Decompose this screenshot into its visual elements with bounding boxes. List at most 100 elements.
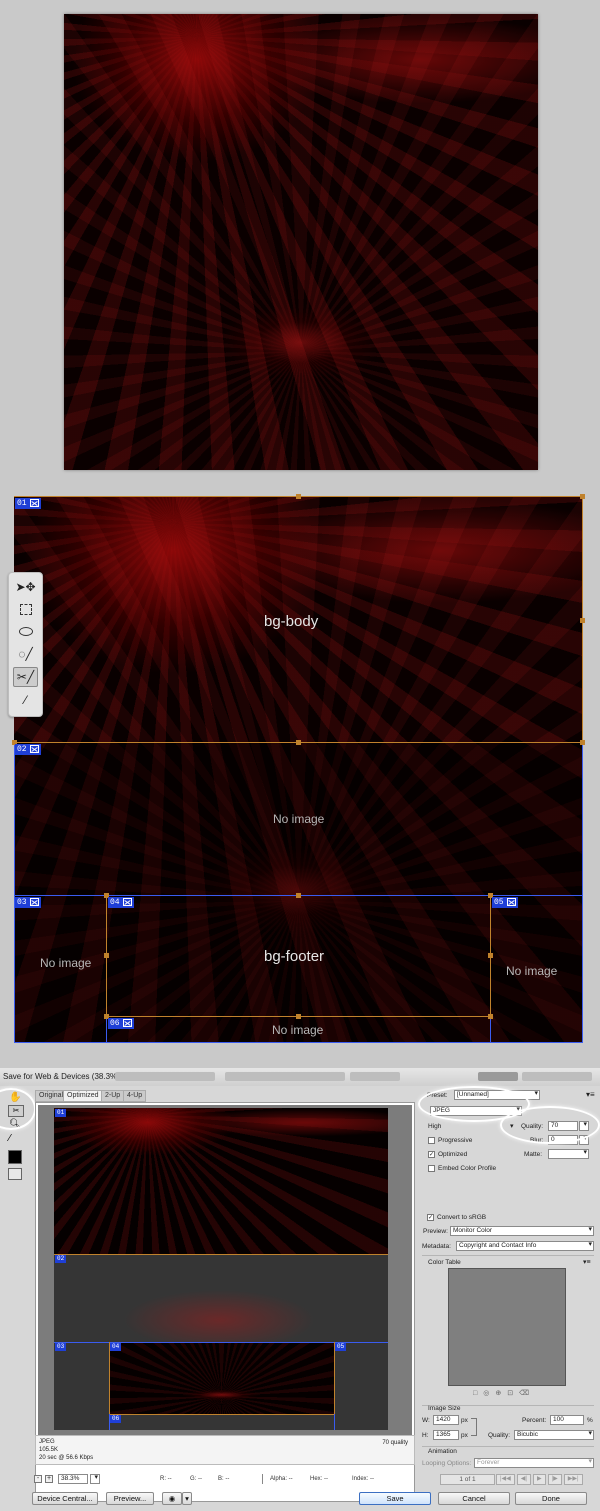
- quick-select-icon[interactable]: ◌╱: [13, 644, 38, 664]
- progressive-checkbox[interactable]: [428, 1137, 435, 1144]
- preview-label: Preview:: [423, 1228, 448, 1235]
- app-bar-ghost: [350, 1072, 400, 1081]
- slice-border: [14, 1042, 583, 1043]
- looping-options-label: Looping Options:: [422, 1460, 472, 1467]
- preview-tag-06[interactable]: 06: [110, 1415, 122, 1423]
- preview-button[interactable]: Preview...: [106, 1492, 154, 1505]
- slice-handle[interactable]: [104, 953, 109, 958]
- slice-handle[interactable]: [580, 740, 585, 745]
- play-icon[interactable]: ▶: [532, 1474, 546, 1485]
- width-label: W:: [422, 1417, 430, 1424]
- optimized-label: Optimized: [438, 1151, 468, 1158]
- toggle-slices-visibility-icon[interactable]: [8, 1168, 22, 1180]
- slice-number: 02: [17, 745, 27, 754]
- slice-border: [334, 1414, 335, 1430]
- slice-tag-06[interactable]: 06: [108, 1018, 134, 1029]
- marquee-icon[interactable]: [13, 599, 38, 619]
- tab-4-up[interactable]: 4-Up: [123, 1090, 147, 1102]
- percent-field[interactable]: 100: [550, 1415, 584, 1425]
- slice-handle[interactable]: [296, 1014, 301, 1019]
- optimization-status: JPEG 105.5K 20 sec @ 56.6 Kbps 70 qualit…: [35, 1435, 415, 1465]
- slice-handle[interactable]: [296, 740, 301, 745]
- eyedropper-icon[interactable]: ⁄: [9, 1133, 11, 1144]
- color-table-swatch-area: [448, 1268, 566, 1386]
- slice-handle[interactable]: [580, 494, 585, 499]
- progressive-label: Progressive: [438, 1137, 473, 1144]
- image-slice-icon: [29, 745, 39, 753]
- highlight-circle: [0, 1088, 36, 1130]
- slice-border: [334, 1342, 335, 1414]
- preview-slice-04: [109, 1343, 334, 1415]
- slice-border: [54, 1254, 388, 1255]
- slice-handle[interactable]: [580, 618, 585, 623]
- image-size-label: Image Size: [428, 1405, 461, 1412]
- slice-tool-icon[interactable]: ✂╱: [13, 667, 38, 687]
- embed-profile-checkbox[interactable]: [428, 1165, 435, 1172]
- metadata-dropdown[interactable]: Copyright and Contact Info: [456, 1241, 594, 1251]
- last-frame-icon[interactable]: ▶▶|: [563, 1474, 583, 1485]
- browser-icon[interactable]: ◉: [162, 1492, 182, 1505]
- readout-b: B: --: [218, 1476, 230, 1482]
- slice-tag-03[interactable]: 03: [15, 897, 41, 908]
- width-field[interactable]: 1420: [433, 1415, 459, 1425]
- slice-tag-01[interactable]: 01: [15, 498, 41, 509]
- tab-2-up[interactable]: 2-Up: [101, 1090, 125, 1102]
- eyedropper-color-swatch[interactable]: [8, 1150, 22, 1164]
- looping-options-dropdown[interactable]: Forever: [474, 1458, 594, 1468]
- color-table-menu-icon[interactable]: ▾≡: [583, 1258, 591, 1266]
- preview-tag-02[interactable]: 02: [55, 1255, 67, 1263]
- zoom-in-button[interactable]: +: [45, 1475, 53, 1483]
- preview-tag-05[interactable]: 05: [335, 1343, 347, 1351]
- slice-select-move-icon[interactable]: ➤✥: [13, 577, 38, 597]
- status-format: JPEG: [39, 1439, 55, 1445]
- slice-handle[interactable]: [296, 494, 301, 499]
- matte-label: Matte:: [524, 1151, 543, 1158]
- slice-label-bg-footer: bg-footer: [264, 948, 325, 965]
- next-frame-icon[interactable]: |▶: [547, 1474, 562, 1485]
- optimized-checkbox[interactable]: ✓: [428, 1151, 435, 1158]
- background-artwork-preview: [64, 14, 538, 470]
- first-frame-icon[interactable]: |◀◀: [496, 1474, 515, 1485]
- lasso-icon[interactable]: [13, 621, 38, 641]
- browser-dropdown[interactable]: ▾: [182, 1492, 192, 1505]
- slice-handle[interactable]: [488, 1014, 493, 1019]
- zoom-out-button[interactable]: -: [34, 1475, 42, 1483]
- image-slice-icon: [506, 898, 516, 906]
- cancel-button[interactable]: Cancel: [438, 1492, 510, 1505]
- slice-label-bg-body: bg-body: [264, 613, 319, 630]
- slice-tag-05[interactable]: 05: [492, 897, 518, 908]
- readout-hex: Hex: --: [310, 1476, 328, 1482]
- panel-menu-icon[interactable]: ▾≡: [586, 1090, 595, 1099]
- zoom-dropdown[interactable]: [90, 1474, 100, 1484]
- previous-frame-icon[interactable]: ◀|: [516, 1474, 531, 1485]
- save-button[interactable]: Save: [359, 1492, 431, 1505]
- eyedropper-icon[interactable]: ⁄: [13, 690, 38, 710]
- height-field[interactable]: 1365: [433, 1430, 459, 1440]
- slice-tag-02[interactable]: 02: [15, 744, 41, 755]
- slice-handle[interactable]: [488, 953, 493, 958]
- done-button[interactable]: Done: [515, 1492, 587, 1505]
- preview-tag-03[interactable]: 03: [55, 1343, 67, 1351]
- color-table-actions[interactable]: □◎⊕⊡⌫: [473, 1389, 535, 1397]
- image-slice-icon: [122, 898, 132, 906]
- slice-tag-04[interactable]: 04: [108, 897, 134, 908]
- slice-handle[interactable]: [296, 893, 301, 898]
- device-central-button[interactable]: Device Central...: [32, 1492, 98, 1505]
- compression-quality-dropdown[interactable]: High: [428, 1123, 441, 1130]
- slice-number: 06: [112, 1415, 120, 1422]
- preview-burst: [124, 1284, 314, 1344]
- preview-dropdown[interactable]: Monitor Color: [450, 1226, 594, 1236]
- slice-label-no-image: No image: [40, 956, 92, 970]
- view-tabs: Original Optimized 2-Up 4-Up: [35, 1090, 415, 1102]
- matte-dropdown[interactable]: [548, 1149, 589, 1159]
- preview-slice-01: [54, 1108, 388, 1254]
- constrain-proportions-link-icon[interactable]: [471, 1418, 477, 1436]
- slice-number: 02: [57, 1255, 65, 1262]
- convert-srgb-checkbox[interactable]: ✓: [427, 1214, 434, 1221]
- resample-quality-dropdown[interactable]: Bicubic: [514, 1430, 594, 1440]
- preview-tag-01[interactable]: 01: [55, 1109, 67, 1117]
- zoom-level-field[interactable]: 38.3%: [58, 1474, 88, 1484]
- preview-tag-04[interactable]: 04: [110, 1343, 122, 1351]
- dialog-title: Save for Web & Devices (38.3%): [3, 1072, 120, 1081]
- tab-optimized[interactable]: Optimized: [63, 1090, 103, 1102]
